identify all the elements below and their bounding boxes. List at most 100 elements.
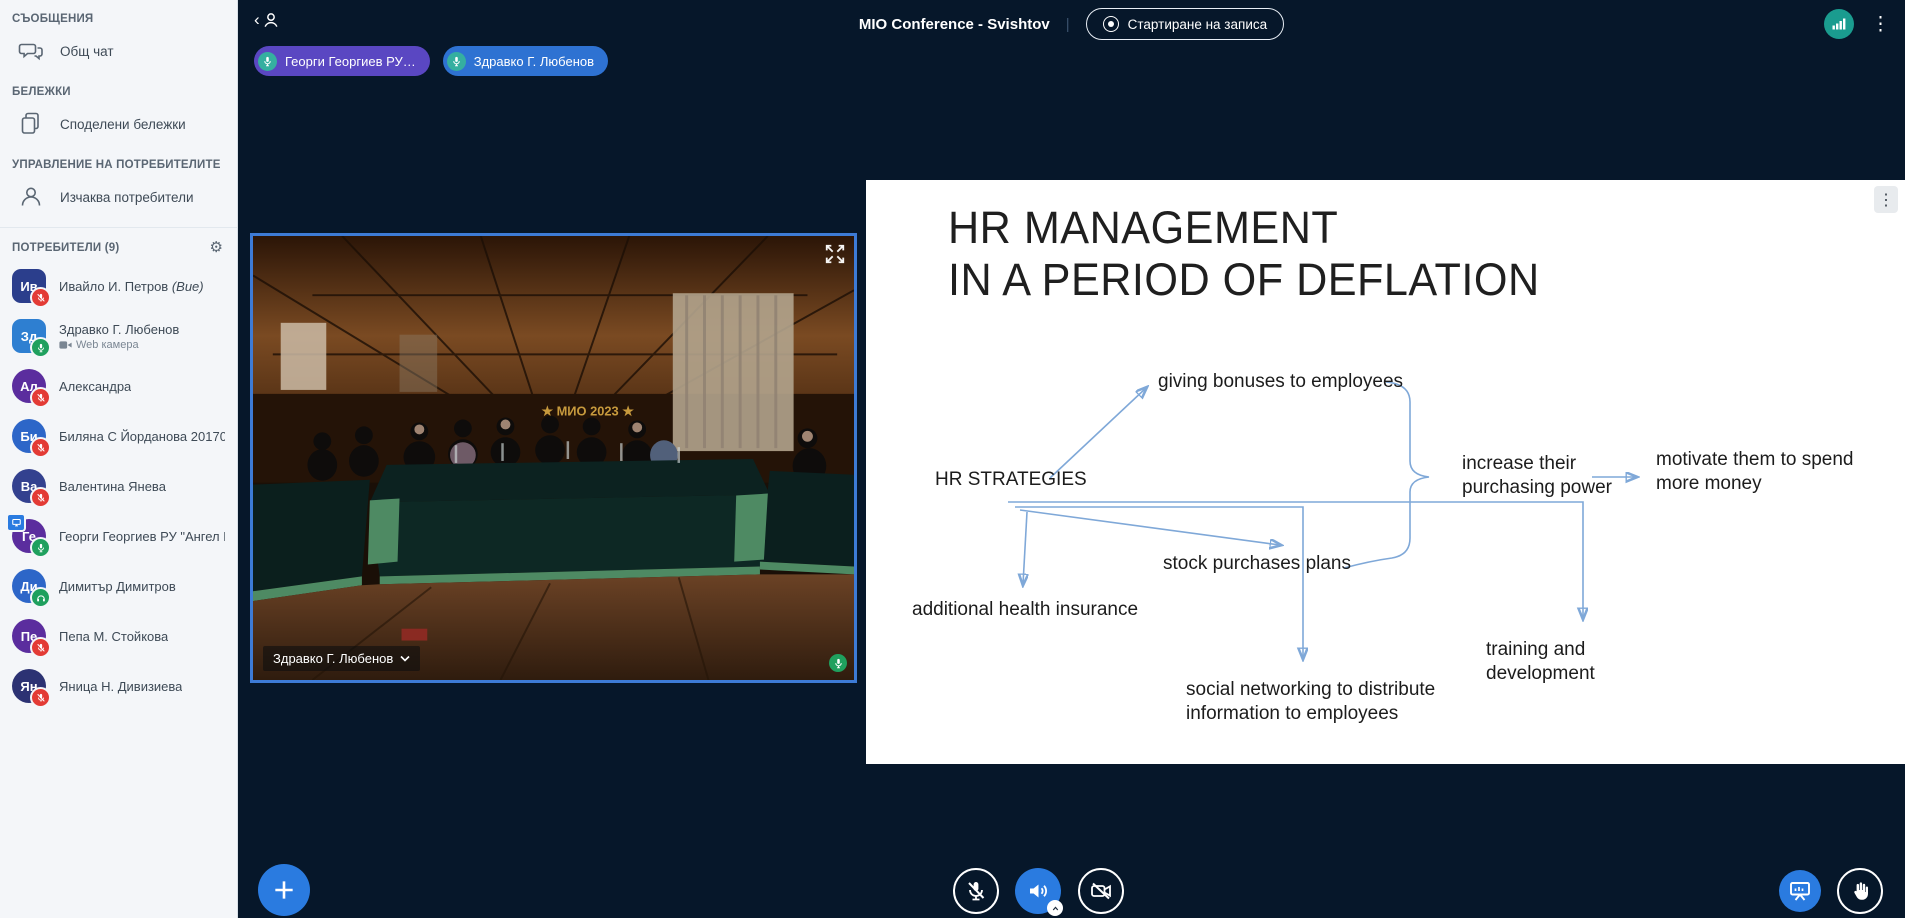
notes-section-title: БЕЛЕЖКИ [0,73,237,102]
presentation-slide[interactable]: HR MANAGEMENT IN A PERIOD OF DEFLATION g… [866,180,1905,764]
diagram-node-increase: increase their purchasing power [1462,452,1627,500]
chevron-left-icon: ‹ [254,11,260,28]
title-divider: | [1066,16,1070,33]
sidebar-item-label: Общ чат [60,44,114,59]
audio-options-chevron-icon[interactable] [1047,900,1063,916]
presenter-badge-icon [6,513,26,532]
participant-name: Валентина Янева [59,479,166,494]
participants-list: Ив Ивайло И. Петров (Вие) Зд Здравко Г. … [0,261,237,711]
chat-icon [18,38,44,64]
sidebar-item-label: Споделени бележки [60,117,186,132]
participant-row[interactable]: Пе Пепа М. Стойкова [0,611,237,661]
participant-avatar: Би [12,419,46,453]
sidebar: СЪОБЩЕНИЯ Общ чат БЕЛЕЖКИ Споделени беле… [0,0,238,918]
sidebar-item-waiting-users[interactable]: Изчаква потребители [0,175,237,219]
raised-hand-icon [1848,879,1872,903]
raise-hand-button[interactable] [1837,868,1883,914]
participant-avatar: Зд [12,319,46,353]
diagram-node-training: training and development [1486,638,1621,686]
participant-row[interactable]: Ал Александра [0,361,237,411]
unmuted-mic-icon [30,537,51,558]
video-mic-badge-icon [829,654,847,672]
top-bar: ‹ MIO Conference - Svishtov | Стартиране… [238,0,1905,48]
participant-row[interactable]: Ив Ивайло И. Петров (Вие) [0,261,237,311]
webcam-video-feed[interactable]: ★ МИО 2023 ★ [250,233,857,683]
participant-avatar: Пе [12,619,46,653]
record-icon [1103,16,1119,32]
room-banner-text: ★ МИО 2023 ★ [542,404,635,419]
participant-name: Биляна С Йорданова 201704 [59,429,225,444]
participant-you-suffix: (Вие) [172,279,204,294]
sidebar-item-label: Изчаква потребители [60,190,194,205]
webcam-status: Web камера [59,339,179,351]
participant-name: Пепа М. Стойкова [59,629,168,644]
participants-header: ПОТРЕБИТЕЛИ (9) ⚙ [0,227,237,261]
start-recording-button[interactable]: Стартиране на записа [1086,8,1284,40]
talking-mic-icon [447,52,466,71]
chevron-down-icon [400,655,410,662]
participants-settings-gear-icon[interactable]: ⚙ [210,240,223,255]
muted-mic-icon [30,387,51,408]
manage-users-section-title: УПРАВЛЕНИЕ НА ПОТРЕБИТЕЛИТЕ [0,146,237,175]
participant-name: Георги Георгиев РУ "Ангел Кънч… [59,529,225,544]
actions-plus-button[interactable] [258,864,310,916]
participant-row[interactable]: Ди Димитър Димитров [0,561,237,611]
participant-row[interactable]: Би Биляна С Йорданова 201704 [0,411,237,461]
talker-name: Георги Георгиев РУ… [285,54,416,69]
participant-row[interactable]: Ва Валентина Янева [0,461,237,511]
share-webcam-button[interactable] [1078,868,1124,914]
diagram-node-health: additional health insurance [912,598,1138,622]
listen-only-icon [30,587,51,608]
diagram-node-root: HR STRATEGIES [935,468,1087,492]
options-kebab-menu[interactable]: ⋮ [1868,15,1893,34]
video-name-dropdown[interactable]: Здравко Г. Любенов [263,646,420,671]
sidebar-item-public-chat[interactable]: Общ чат [0,29,237,73]
audio-settings-button[interactable] [1015,868,1061,914]
unmuted-mic-icon [30,337,51,358]
unmute-button[interactable] [953,868,999,914]
speaker-icon [1026,879,1050,903]
participant-name: Яница Н. Дивизиева [59,679,182,694]
participant-avatar: Ди [12,569,46,603]
slide-options-kebab-menu[interactable]: ⋮ [1874,186,1898,213]
collapse-userlist-button[interactable]: ‹ [254,10,281,30]
diagram-node-social: social networking to distribute informat… [1186,678,1456,726]
start-recording-label: Стартиране на записа [1128,17,1267,32]
video-user-name: Здравко Г. Любенов [273,651,393,666]
muted-mic-icon [30,287,51,308]
participant-row[interactable]: Ян Яница Н. Дивизиева [0,661,237,711]
diagram-node-bonuses: giving bonuses to employees [1158,370,1403,394]
muted-mic-icon [30,487,51,508]
participant-name: Ивайло И. Петров [59,279,168,294]
webcam-icon [59,340,72,350]
talker-pills: Георги Георгиев РУ… Здравко Г. Любенов [254,46,608,76]
connection-status-button[interactable] [1824,9,1854,39]
participant-name: Здравко Г. Любенов [59,322,179,337]
webcam-picture: ★ МИО 2023 ★ [253,236,854,680]
meeting-title: MIO Conference - Svishtov [859,16,1050,33]
mic-muted-icon [964,879,988,903]
talking-indicator-pill[interactable]: Здравко Г. Любенов [443,46,608,76]
slide-title: HR MANAGEMENT IN A PERIOD OF DEFLATION [948,202,1540,306]
talking-indicator-pill[interactable]: Георги Георгиев РУ… [254,46,430,76]
muted-mic-icon [30,687,51,708]
shared-notes-icon [18,111,44,137]
restore-presentation-button[interactable] [1779,870,1821,912]
fullscreen-icon[interactable] [824,243,846,265]
signal-bars-icon [1831,16,1847,32]
sidebar-item-shared-notes[interactable]: Споделени бележки [0,102,237,146]
participant-avatar: Ал [12,369,46,403]
participant-row[interactable]: Ге Георги Георгиев РУ "Ангел Кънч… [0,511,237,561]
waiting-user-icon [18,184,44,210]
participant-row[interactable]: Зд Здравко Г. Любенов Web камера [0,311,237,361]
diagram-node-motivate: motivate them to spend more money [1656,448,1871,496]
camera-off-icon [1089,879,1113,903]
plus-icon [271,877,297,903]
talker-name: Здравко Г. Любенов [474,54,594,69]
participant-avatar: Ге [12,519,46,553]
participant-avatar: Ва [12,469,46,503]
presentation-board-icon [1788,879,1812,903]
diagram-node-stock: stock purchases plans [1163,552,1351,576]
muted-mic-icon [30,437,51,458]
messages-section-title: СЪОБЩЕНИЯ [0,0,237,29]
